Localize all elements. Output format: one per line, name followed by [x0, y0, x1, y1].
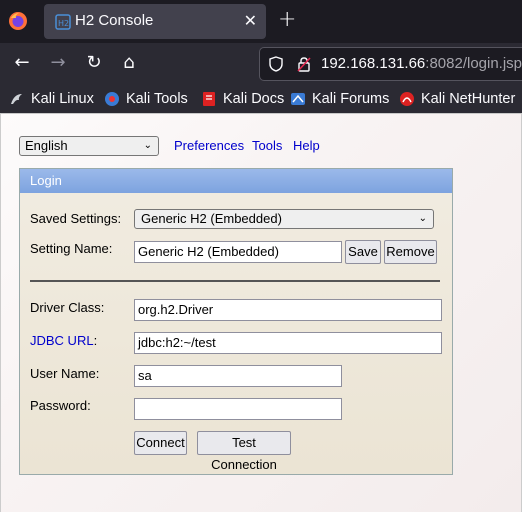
- tab-h2-console[interactable]: H2 H2 Console ✕: [44, 4, 266, 39]
- new-tab-icon[interactable]: +: [278, 7, 296, 32]
- setting-name-input[interactable]: Generic H2 (Embedded): [134, 241, 342, 263]
- language-select[interactable]: English ⌄: [19, 136, 159, 156]
- navigation-bar: ← → ↻ ⌂ 192.168.131.66:8082/login.jsp: [0, 43, 522, 85]
- url-text: 192.168.131.66:8082/login.jsp: [321, 55, 522, 72]
- kali-docs-icon: [203, 92, 215, 106]
- password-input[interactable]: [134, 398, 342, 420]
- saved-settings-label: Saved Settings:: [30, 211, 122, 226]
- bookmark-kali-nethunter[interactable]: Kali NetHunter: [399, 89, 515, 109]
- help-link[interactable]: Help: [293, 138, 320, 153]
- divider: [30, 280, 440, 282]
- bookmark-kali-forums[interactable]: Kali Forums: [290, 89, 389, 109]
- preferences-link[interactable]: Preferences: [174, 138, 244, 153]
- shield-icon[interactable]: [268, 56, 284, 72]
- kali-dragon-icon: [11, 94, 22, 104]
- bookmark-kali-tools[interactable]: Kali Tools: [104, 89, 188, 109]
- tab-strip: H2 H2 Console ✕ +: [0, 0, 522, 43]
- tools-link[interactable]: Tools: [252, 138, 282, 153]
- svg-text:H2: H2: [58, 19, 69, 28]
- remove-button[interactable]: Remove: [384, 240, 437, 264]
- insecure-lock-icon[interactable]: [296, 56, 312, 72]
- kali-tools-icon: [105, 92, 119, 106]
- chevron-down-icon: ⌄: [418, 213, 427, 224]
- jdbc-url-label[interactable]: JDBC URL:: [30, 333, 97, 348]
- login-panel: Login Saved Settings: Generic H2 (Embedd…: [19, 168, 453, 475]
- forward-arrow-icon[interactable]: →: [47, 52, 69, 74]
- bookmark-kali-linux[interactable]: Kali Linux: [9, 89, 94, 109]
- bookmarks-bar: Kali Linux Kali Tools Kali Docs Kali For…: [0, 85, 522, 113]
- back-arrow-icon[interactable]: ←: [11, 52, 33, 74]
- jdbc-url-input[interactable]: jdbc:h2:~/test: [134, 332, 442, 354]
- driver-class-input[interactable]: org.h2.Driver: [134, 299, 442, 321]
- firefox-logo-icon[interactable]: [8, 11, 28, 31]
- setting-name-label: Setting Name:: [30, 241, 113, 256]
- kali-forums-icon: [291, 93, 305, 105]
- home-icon[interactable]: ⌂: [118, 52, 140, 74]
- connect-button[interactable]: Connect: [134, 431, 187, 455]
- login-header: Login: [20, 169, 452, 193]
- password-label: Password:: [30, 398, 91, 413]
- page-content: English ⌄ Preferences Tools Help Login S…: [0, 113, 522, 512]
- saved-settings-select[interactable]: Generic H2 (Embedded) ⌄: [134, 209, 434, 229]
- h2-favicon-icon: H2: [55, 14, 71, 30]
- tab-close-icon[interactable]: ✕: [244, 11, 257, 30]
- chevron-down-icon: ⌄: [143, 140, 152, 151]
- bookmark-kali-docs[interactable]: Kali Docs: [201, 89, 284, 109]
- saved-settings-value: Generic H2 (Embedded): [141, 211, 282, 226]
- user-name-input[interactable]: sa: [134, 365, 342, 387]
- url-bar[interactable]: 192.168.131.66:8082/login.jsp: [259, 47, 522, 81]
- reload-icon[interactable]: ↻: [83, 52, 105, 74]
- tab-title: H2 Console: [75, 12, 154, 29]
- driver-class-label: Driver Class:: [30, 300, 105, 315]
- user-name-label: User Name:: [30, 366, 100, 381]
- language-select-value: English: [25, 138, 68, 153]
- save-button[interactable]: Save: [345, 240, 381, 264]
- test-connection-button[interactable]: Test Connection: [197, 431, 291, 472]
- kali-nethunter-icon: [400, 92, 414, 106]
